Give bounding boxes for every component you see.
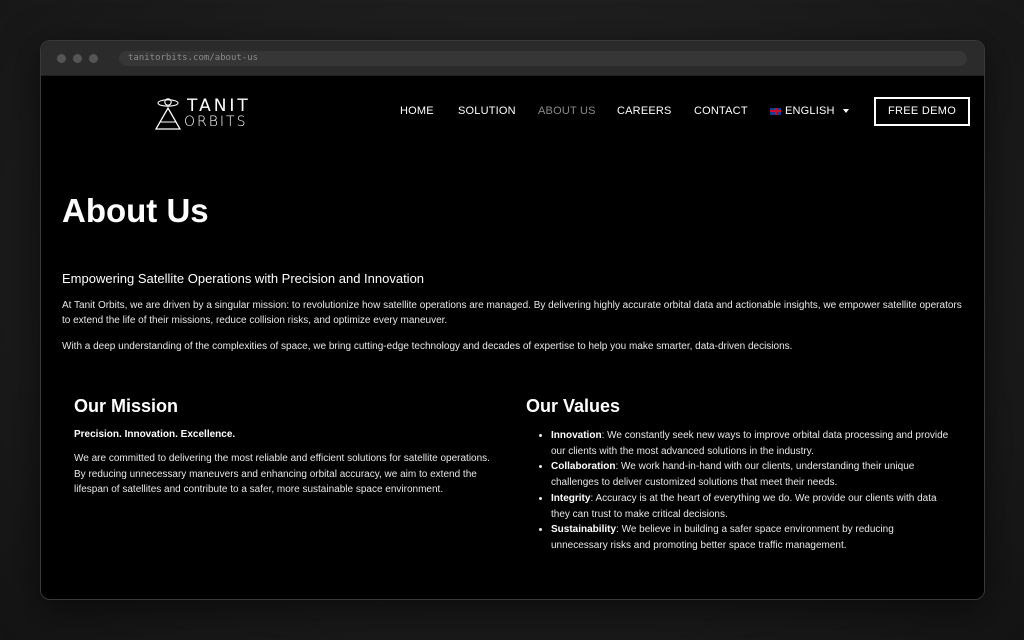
page-title: About Us — [62, 192, 209, 229]
page-subtitle: Empowering Satellite Operations with Pre… — [62, 271, 425, 286]
close-window-dot[interactable] — [57, 54, 66, 63]
value-name: Integrity — [551, 492, 591, 504]
maximize-window-dot[interactable] — [89, 54, 98, 63]
language-label: ENGLISH — [785, 105, 835, 117]
orbit-logo-icon — [154, 98, 182, 130]
address-bar[interactable]: tanitorbits.com/about-us — [119, 51, 967, 66]
nav-contact[interactable]: CONTACT — [694, 105, 748, 117]
nav-about-us[interactable]: ABOUT US — [538, 105, 596, 117]
list-item: Collaboration: We work hand-in-hand with… — [551, 459, 951, 490]
mission-body: We are committed to delivering the most … — [74, 453, 490, 496]
intro-paragraph-2: With a deep understanding of the complex… — [62, 341, 793, 352]
chevron-down-icon — [842, 109, 849, 114]
page-content: TANIT ORBITS HOME SOLUTION ABOUT US CARE… — [41, 76, 984, 599]
value-name: Collaboration — [551, 461, 616, 473]
mission-heading: Our Mission — [74, 396, 179, 416]
nav-home[interactable]: HOME — [400, 105, 434, 117]
free-demo-button[interactable]: FREE DEMO — [874, 97, 970, 126]
value-text: : Accuracy is at the heart of everything… — [551, 492, 937, 520]
list-item: Sustainability: We believe in building a… — [551, 522, 951, 553]
values-heading: Our Values — [526, 396, 621, 416]
logo-wordmark-top: TANIT — [187, 96, 251, 116]
browser-window: tanitorbits.com/about-us TANIT ORBITS HO… — [40, 40, 985, 600]
logo-wordmark-bottom: ORBITS — [184, 114, 248, 130]
value-text: : We constantly seek new ways to improve… — [551, 430, 949, 457]
site-logo[interactable]: TANIT ORBITS — [154, 96, 254, 132]
list-item: Integrity: Accuracy is at the heart of e… — [551, 491, 951, 522]
language-selector[interactable]: ENGLISH — [770, 105, 849, 117]
list-item: Innovation: We constantly seek new ways … — [551, 428, 951, 459]
minimize-window-dot[interactable] — [73, 54, 82, 63]
values-list: Innovation: We constantly seek new ways … — [537, 428, 951, 554]
value-name: Innovation — [551, 430, 602, 441]
uk-flag-icon — [770, 107, 781, 115]
value-name: Sustainability — [551, 524, 617, 536]
intro-paragraph-1: At Tanit Orbits, we are driven by a sing… — [62, 300, 962, 326]
browser-titlebar: tanitorbits.com/about-us — [41, 41, 984, 76]
nav-careers[interactable]: CAREERS — [617, 105, 672, 117]
mission-tagline: Precision. Innovation. Excellence. — [74, 429, 236, 440]
nav-solution[interactable]: SOLUTION — [458, 105, 516, 117]
